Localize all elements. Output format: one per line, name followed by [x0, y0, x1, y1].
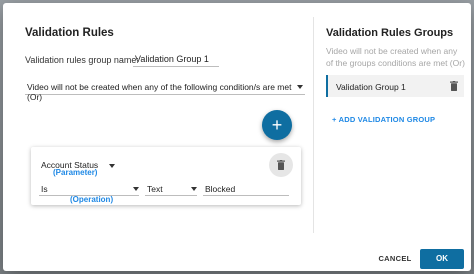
operation-hint: (Operation) [70, 195, 114, 204]
add-validation-group-button[interactable]: + ADD VALIDATION GROUP [332, 115, 435, 124]
group-item-label: Validation Group 1 [336, 82, 406, 92]
dialog-footer: CANCEL OK [3, 235, 471, 271]
value-text: Blocked [205, 184, 236, 194]
validation-rules-panel: Validation Rules Validation rules group … [3, 3, 312, 235]
groups-panel-title: Validation Rules Groups [326, 27, 454, 39]
dialog-title: Validation Rules [25, 27, 114, 39]
group-name-label: Validation rules group name: [25, 55, 139, 65]
rule-card: Account Status (Parameter) Is (Operation… [31, 147, 301, 205]
group-list-item[interactable]: Validation Group 1 [326, 75, 464, 97]
operation-value: Is [41, 184, 48, 194]
cancel-button[interactable]: CANCEL [375, 251, 415, 267]
trash-icon[interactable] [450, 81, 458, 91]
validation-groups-panel: Validation Rules Groups Video will not b… [313, 17, 471, 233]
chevron-down-icon [191, 187, 197, 191]
plus-icon: + [271, 115, 283, 135]
chevron-down-icon [297, 85, 303, 89]
trash-icon [277, 160, 285, 170]
type-value: Text [147, 184, 163, 194]
delete-rule-button[interactable] [269, 153, 293, 177]
ok-button[interactable]: OK [420, 249, 464, 269]
add-rule-button[interactable]: + [262, 110, 292, 140]
value-input[interactable]: Blocked [203, 182, 289, 196]
group-name-input[interactable] [133, 51, 219, 67]
validation-rules-dialog: Validation Rules Validation rules group … [3, 3, 471, 271]
chevron-down-icon [109, 164, 115, 168]
parameter-hint: (Parameter) [53, 168, 98, 177]
type-select[interactable]: Text [145, 182, 197, 196]
condition-mode-select[interactable]: Video will not be created when any of th… [25, 79, 305, 102]
chevron-down-icon [133, 187, 139, 191]
groups-panel-description: Video will not be created when any of th… [326, 46, 465, 68]
operation-select[interactable]: Is [39, 182, 139, 196]
condition-mode-value: Video will not be created when any of th… [27, 82, 292, 102]
